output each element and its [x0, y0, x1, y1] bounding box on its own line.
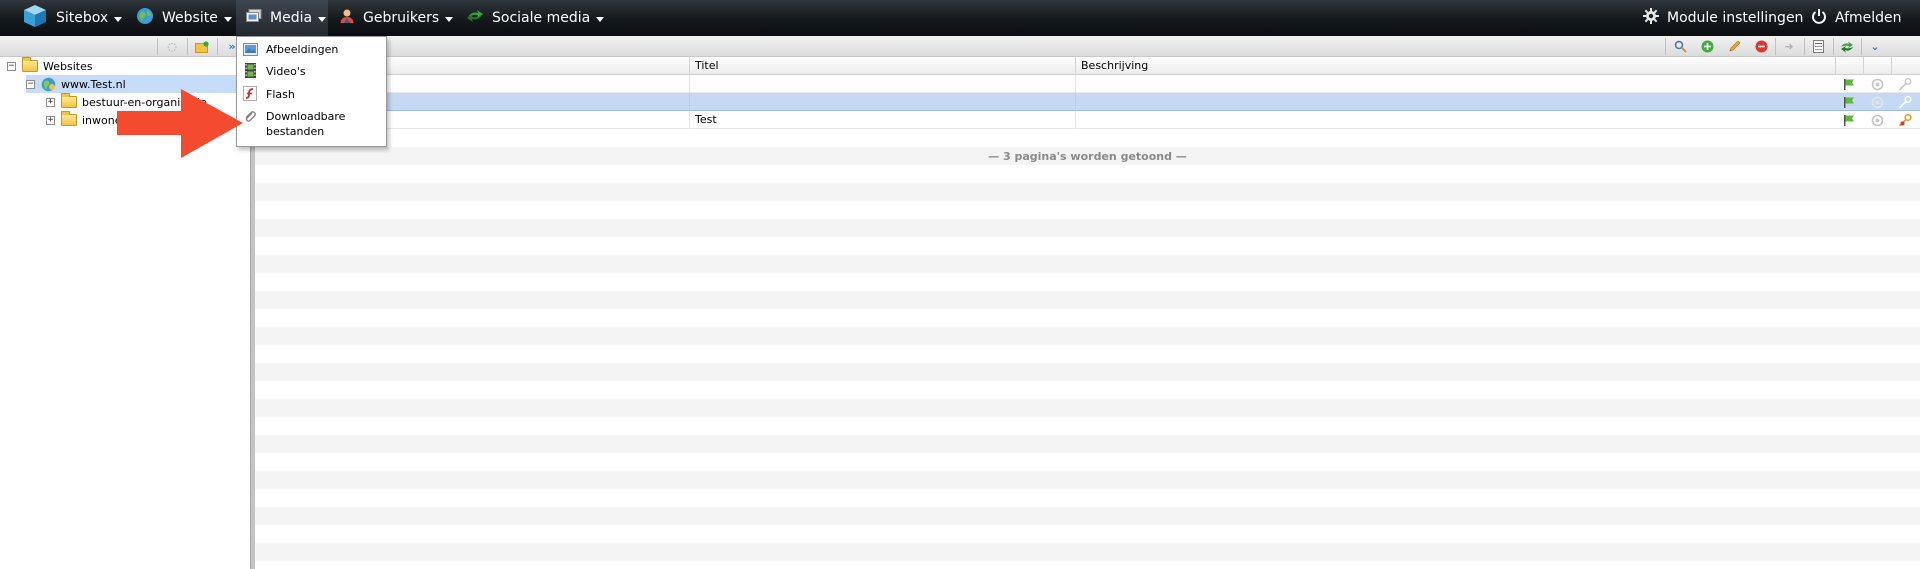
menu-item-downloadbare-bestanden[interactable]: Downloadbare bestanden [237, 108, 386, 144]
nav-website[interactable]: Website [136, 0, 232, 36]
tree-toolbar: ◌ » [0, 36, 250, 57]
cell-titel [689, 75, 1075, 93]
key-icon[interactable] [1898, 95, 1912, 109]
table-row[interactable]: Openingstijden [255, 75, 1920, 93]
nav-sitebox[interactable]: Sitebox [22, 0, 123, 36]
menu-item-label: Afbeeldingen [266, 43, 339, 56]
toolbar-separator [157, 38, 158, 55]
tree-node-websites[interactable]: − Websites [7, 57, 93, 75]
folder-icon [61, 111, 77, 126]
menu-item-afbeeldingen[interactable]: Afbeeldingen [237, 39, 386, 59]
settings-disabled-icon[interactable] [1870, 95, 1884, 109]
collapse-icon[interactable]: − [7, 61, 16, 71]
toolbar-separator [187, 38, 188, 55]
menu-item-videos[interactable]: Video's [237, 60, 386, 81]
paperclip-icon [242, 109, 258, 125]
new-folder-icon[interactable] [193, 38, 211, 55]
media-images-icon [246, 9, 262, 27]
cell-titel [689, 93, 1075, 111]
settings-disabled-icon[interactable] [1870, 77, 1884, 91]
nav-website-label: Website [162, 10, 218, 26]
menu-item-label: Video's [266, 64, 306, 78]
pages-grid: Titel Beschrijving Openingstijden [255, 57, 1920, 569]
social-share-icon [466, 9, 484, 27]
tree-node-label: www.Test.nl [61, 77, 126, 91]
nav-sitebox-label: Sitebox [56, 10, 109, 26]
toolbar-separator [1861, 38, 1862, 55]
refresh-icon[interactable]: ◌ [163, 38, 181, 55]
grid-toolbar: ➜ ⌄ [255, 36, 1920, 57]
nav-module-instellingen-label: Module instellingen [1667, 10, 1804, 26]
film-icon [242, 63, 258, 79]
toolbar-separator [1804, 38, 1805, 55]
nav-sociale-media[interactable]: Sociale media [466, 0, 605, 36]
user-icon [339, 8, 355, 28]
expand-icon[interactable]: + [46, 97, 55, 107]
chevron-down-icon [223, 16, 232, 22]
column-action-header [1891, 57, 1920, 75]
nav-gebruikers[interactable]: Gebruikers [339, 0, 454, 36]
gear-icon [1643, 8, 1659, 28]
nav-afmelden-label: Afmelden [1835, 10, 1902, 26]
flag-icon[interactable] [1842, 113, 1856, 127]
chevron-down-icon [114, 16, 123, 22]
toolbar-separator [217, 38, 218, 55]
sitebox-cube-icon [22, 3, 48, 33]
delete-icon[interactable] [1752, 38, 1770, 55]
top-navigation-bar: Sitebox Website Media Gebruikers Sociale… [0, 0, 1920, 36]
nav-gebruikers-label: Gebruikers [363, 10, 440, 26]
table-row[interactable]: Test [255, 111, 1920, 129]
menu-item-label: Downloadbare bestanden [266, 110, 346, 138]
image-icon [242, 41, 258, 57]
tree-node-label: Websites [43, 59, 93, 73]
nav-sociale-media-label: Sociale media [492, 10, 591, 26]
chevron-down-icon [445, 16, 454, 22]
cell-beschrijving [1075, 93, 1835, 111]
nav-media-label: Media [270, 10, 313, 26]
table-row[interactable] [255, 93, 1920, 111]
cell-beschrijving [1075, 75, 1835, 93]
collapse-down-icon[interactable]: ⌄ [1866, 38, 1884, 55]
folder-icon [61, 93, 77, 108]
globe-icon [136, 7, 154, 29]
collapse-icon[interactable]: − [26, 79, 35, 89]
flag-icon[interactable] [1842, 95, 1856, 109]
cell-titel: Test [689, 111, 1075, 129]
toolbar-separator [1665, 38, 1666, 55]
chevron-down-icon [596, 16, 605, 22]
forward-icon[interactable]: ➜ [1780, 38, 1798, 55]
menu-item-flash[interactable]: Flash [237, 83, 386, 104]
grid-status-text: — 3 pagina's worden getoond — [988, 150, 1187, 163]
key-icon[interactable] [1898, 113, 1912, 127]
sync-icon[interactable] [1838, 38, 1856, 55]
page-icon[interactable] [1809, 38, 1827, 55]
nav-afmelden[interactable]: Afmelden [1811, 0, 1902, 36]
flag-icon[interactable] [1842, 77, 1856, 91]
power-icon [1811, 8, 1827, 28]
column-titel-header[interactable]: Titel [689, 57, 1075, 75]
column-beschrijving-header[interactable]: Beschrijving [1075, 57, 1835, 75]
add-icon[interactable] [1698, 38, 1716, 55]
annotation-arrow [117, 89, 243, 158]
edit-pencil-icon[interactable] [1725, 38, 1743, 55]
menu-item-label: Flash [266, 87, 295, 101]
nav-module-instellingen[interactable]: Module instellingen [1643, 0, 1803, 36]
grid-header: Titel Beschrijving [255, 57, 1920, 75]
folder-icon [22, 57, 38, 72]
column-action-header [1835, 57, 1863, 75]
column-action-header [1863, 57, 1891, 75]
cell-beschrijving [1075, 111, 1835, 129]
search-icon[interactable] [1671, 38, 1689, 55]
key-disabled-icon[interactable] [1898, 77, 1912, 91]
globe-icon [41, 77, 56, 92]
toolbar-separator [1833, 38, 1834, 55]
chevron-down-icon [318, 16, 327, 22]
flash-icon [242, 86, 258, 102]
settings-disabled-icon[interactable] [1870, 113, 1884, 127]
nav-media[interactable]: Media [236, 0, 328, 36]
toolbar-separator [1775, 38, 1776, 55]
media-dropdown-menu: Afbeeldingen Video's Flash Downloadbare … [236, 36, 387, 147]
expand-icon[interactable]: + [46, 115, 55, 125]
